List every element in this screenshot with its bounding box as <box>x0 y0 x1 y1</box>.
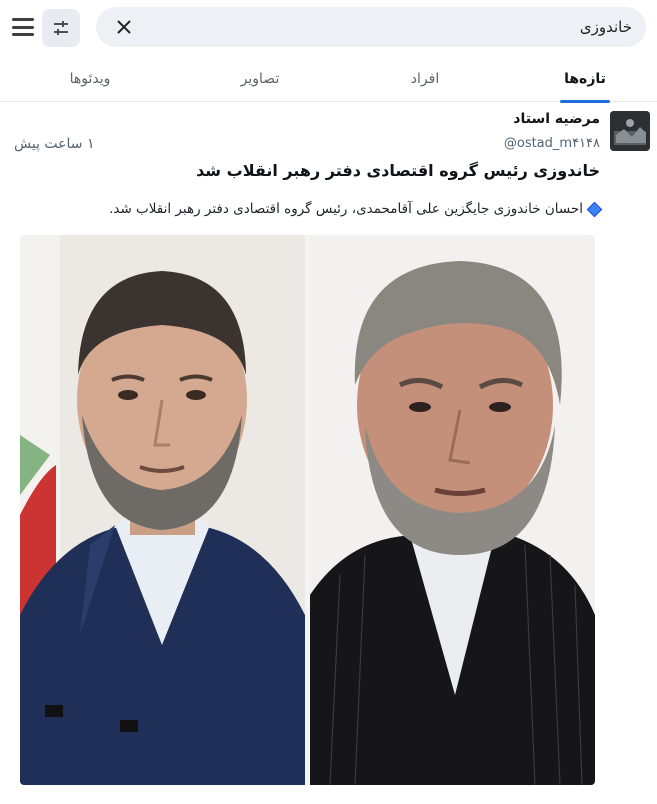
top-bar <box>0 0 657 56</box>
tab-images[interactable]: تصاویر <box>220 56 300 102</box>
author-name[interactable]: مرضیه استاد <box>513 111 600 127</box>
tab-people[interactable]: افراد <box>395 56 455 102</box>
post-body: احسان خاندوزی جایگزین علی آقامحمدی، رئیس… <box>40 201 603 217</box>
diamond-bullet-icon <box>586 201 603 217</box>
post-timestamp: ۱ ساعت پیش <box>14 136 95 152</box>
hamburger-icon[interactable] <box>10 14 36 40</box>
portrait-photo-right <box>310 235 595 785</box>
filter-button[interactable] <box>42 9 80 47</box>
post-body-text: احسان خاندوزی جایگزین علی آقامحمدی، رئیس… <box>109 201 583 217</box>
tab-videos[interactable]: ویدئوها <box>45 56 135 102</box>
post-image[interactable] <box>20 235 595 785</box>
tab-bar: تازه‌ها افراد تصاویر ویدئوها <box>0 56 657 103</box>
portrait-photo-left <box>20 235 305 785</box>
sliders-icon <box>54 21 68 35</box>
post-card[interactable]: مرضیه استاد @ostad_m۴۱۴۸ ۱ ساعت پیش خاند… <box>0 103 657 804</box>
tab-latest[interactable]: تازه‌ها <box>560 56 610 103</box>
search-input[interactable] <box>192 7 632 47</box>
post-title: خاندوزی رئیس گروه اقتصادی دفتر رهبر انقل… <box>196 161 600 180</box>
close-icon[interactable] <box>112 15 136 39</box>
search-box <box>96 7 646 47</box>
author-handle[interactable]: @ostad_m۴۱۴۸ <box>504 136 600 151</box>
avatar[interactable] <box>610 111 650 151</box>
